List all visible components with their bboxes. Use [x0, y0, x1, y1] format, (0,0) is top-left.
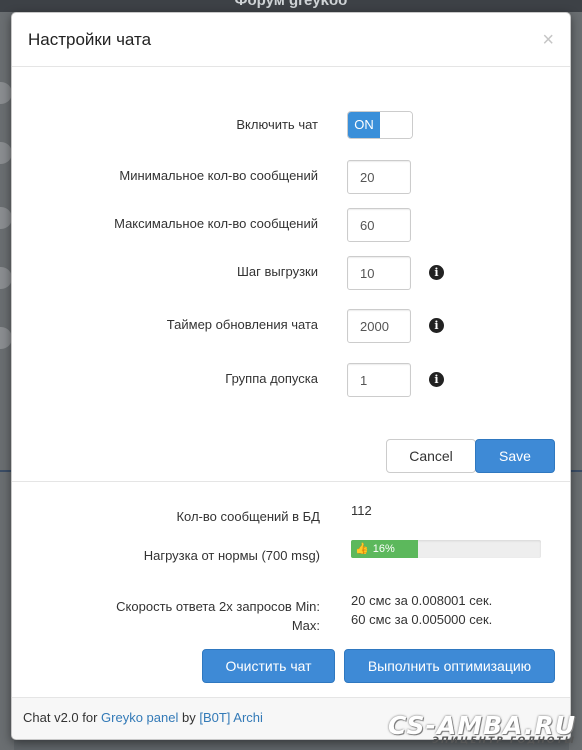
speed-max-value: 60 смс за 0.005000 сек.	[351, 612, 493, 627]
max-messages-label: Максимальное кол-во сообщений	[114, 216, 318, 231]
chat-settings-modal: Настройки чата × Включить чат ON Минимал…	[11, 12, 571, 740]
save-button[interactable]: Save	[475, 439, 555, 473]
modal-title: Настройки чата	[28, 29, 152, 49]
footer-by: by	[178, 710, 200, 725]
load-progress-bar: 👍 16%	[351, 540, 541, 558]
close-icon[interactable]: ×	[542, 30, 554, 50]
enable-chat-toggle[interactable]: ON	[347, 111, 413, 139]
db-count-value: 112	[351, 503, 372, 518]
greyko-panel-link[interactable]: Greyko panel	[101, 710, 178, 725]
cancel-button[interactable]: Cancel	[386, 439, 476, 473]
access-group-row: Группа допуска i	[12, 363, 570, 397]
min-messages-label: Минимальное кол-во сообщений	[119, 168, 318, 183]
enable-chat-row: Включить чат ON	[12, 109, 570, 141]
load-step-label: Шаг выгрузки	[237, 264, 318, 279]
section-divider	[12, 481, 570, 482]
refresh-timer-row: Таймер обновления чата i	[12, 309, 570, 343]
toggle-knob	[380, 112, 412, 138]
refresh-timer-label: Таймер обновления чата	[166, 317, 318, 332]
info-icon[interactable]: i	[429, 265, 444, 280]
access-group-label: Группа допуска	[225, 371, 318, 386]
author-link[interactable]: [B0T] Archi	[199, 710, 263, 725]
load-step-row: Шаг выгрузки i	[12, 256, 570, 290]
db-count-label: Кол-во сообщений в БД	[176, 509, 320, 524]
clear-chat-button[interactable]: Очистить чат	[202, 649, 335, 683]
speed-label-min: Скорость ответа 2х запросов Min:	[116, 599, 320, 614]
max-messages-input[interactable]	[347, 208, 411, 242]
thumbs-up-icon: 👍	[355, 543, 369, 555]
toggle-on-label: ON	[348, 112, 380, 138]
background-divider	[570, 470, 582, 472]
footer-prefix: Chat v2.0 for	[23, 710, 102, 725]
info-icon[interactable]: i	[429, 372, 444, 387]
min-messages-input[interactable]	[347, 160, 411, 194]
modal-header: Настройки чата ×	[12, 13, 570, 67]
speed-min-value: 20 смс за 0.008001 сек.	[351, 593, 493, 608]
modal-footer: Chat v2.0 for Greyko panel by [B0T] Arch…	[12, 697, 570, 739]
load-step-input[interactable]	[347, 256, 411, 290]
load-progress-fill: 👍 16%	[351, 540, 418, 558]
optimize-button[interactable]: Выполнить оптимизацию	[344, 649, 555, 683]
background-title: Форум greykoo	[234, 0, 348, 9]
background-header: Форум greykoo	[0, 0, 582, 12]
access-group-input[interactable]	[347, 363, 411, 397]
enable-chat-label: Включить чат	[236, 117, 318, 132]
load-percent-text: 16%	[372, 543, 395, 555]
info-icon[interactable]: i	[429, 318, 444, 333]
min-messages-row: Минимальное кол-во сообщений	[12, 160, 570, 194]
refresh-timer-input[interactable]	[347, 309, 411, 343]
load-label: Нагрузка от нормы (700 msg)	[143, 548, 320, 563]
max-messages-row: Максимальное кол-во сообщений	[12, 208, 570, 242]
speed-label-max: Max:	[291, 618, 320, 633]
